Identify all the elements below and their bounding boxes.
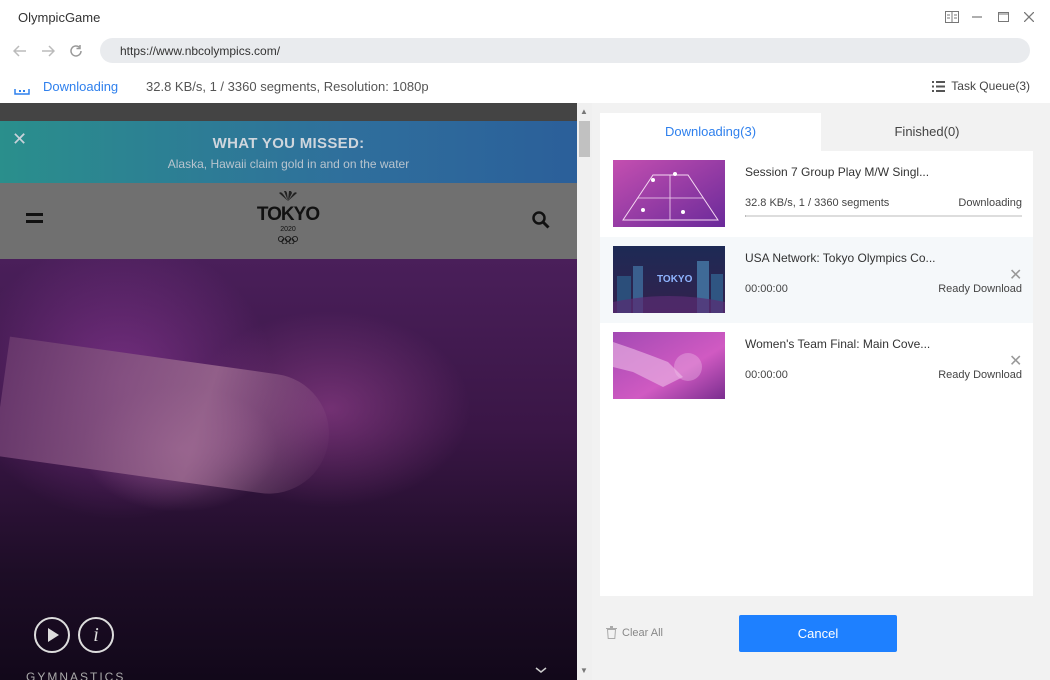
- downloading-label: Downloading: [43, 79, 119, 94]
- forward-arrow-icon[interactable]: [38, 41, 58, 61]
- address-bar-row: https://www.nbcolympics.com/: [0, 34, 1050, 68]
- olympic-rings-icon: [278, 236, 298, 245]
- task-queue-button[interactable]: Task Queue(3): [932, 79, 1030, 93]
- clear-all-button[interactable]: Clear All: [606, 626, 663, 639]
- banner-subtitle: Alaska, Hawaii claim gold in and on the …: [167, 157, 410, 171]
- item-speed: 32.8 KB/s, 1 / 3360 segments: [745, 197, 890, 209]
- remove-item-icon[interactable]: ✕: [1009, 351, 1022, 371]
- hero-video-image[interactable]: i GYMNASTICS: [0, 259, 577, 680]
- task-queue-label: Task Queue(3): [951, 79, 1030, 93]
- download-item[interactable]: Session 7 Group Play M/W Singl... 32.8 K…: [600, 151, 1033, 237]
- sport-label: GYMNASTICS: [26, 670, 126, 680]
- item-duration: 00:00:00: [745, 369, 788, 381]
- refresh-icon[interactable]: [66, 41, 86, 61]
- tokyo-2020-logo[interactable]: TOKYO 2020: [255, 191, 321, 251]
- back-arrow-icon[interactable]: [10, 41, 30, 61]
- scroll-up-icon[interactable]: ▲: [580, 107, 588, 116]
- trash-icon: [606, 626, 617, 639]
- scroll-down-icon[interactable]: ▼: [580, 666, 588, 675]
- scrollbar[interactable]: ▲ ▼: [577, 103, 592, 680]
- tab-downloading[interactable]: Downloading(3): [600, 113, 821, 151]
- close-icon[interactable]: [1020, 8, 1038, 26]
- list-icon: [932, 80, 946, 92]
- play-icon[interactable]: [34, 617, 70, 653]
- banner-title: WHAT YOU MISSED:: [212, 135, 365, 152]
- logo-year: 2020: [280, 226, 296, 233]
- url-input[interactable]: https://www.nbcolympics.com/: [100, 38, 1030, 63]
- video-thumbnail: [613, 332, 725, 399]
- search-icon[interactable]: [532, 211, 550, 229]
- download-panel: Downloading(3) Finished(0) Session 7 Gro…: [592, 103, 1050, 680]
- progress-bar: [745, 215, 1022, 217]
- app-title: OlympicGame: [18, 10, 101, 25]
- item-title: Women's Team Final: Main Cove...: [745, 337, 931, 351]
- video-thumbnail: [613, 160, 725, 227]
- download-info: 32.8 KB/s, 1 / 3360 segments, Resolution…: [146, 79, 429, 94]
- maximize-icon[interactable]: [994, 8, 1012, 26]
- cancel-button[interactable]: Cancel: [739, 615, 897, 652]
- peacock-icon: [279, 191, 297, 201]
- download-status-row: Downloading 32.8 KB/s, 1 / 3360 segments…: [0, 70, 1050, 103]
- collapse-chevron-icon[interactable]: [535, 666, 547, 680]
- scroll-thumb[interactable]: [579, 121, 590, 157]
- logo-word: TOKYO: [256, 204, 320, 225]
- item-duration: 00:00:00: [745, 283, 788, 295]
- url-text[interactable]: https://www.nbcolympics.com/: [120, 44, 280, 58]
- title-bar: OlympicGame: [0, 0, 1050, 34]
- download-item[interactable]: TOKYO USA Network: Tokyo Olympics Co... …: [600, 237, 1033, 323]
- video-thumbnail: TOKYO: [613, 246, 725, 313]
- download-item[interactable]: Women's Team Final: Main Cove... 00:00:0…: [600, 323, 1033, 409]
- item-status: Downloading: [958, 197, 1022, 209]
- info-icon[interactable]: i: [78, 617, 114, 653]
- download-indicator-icon: [14, 79, 30, 95]
- reader-mode-icon[interactable]: [943, 8, 961, 26]
- download-tabs: Downloading(3) Finished(0): [600, 113, 1033, 151]
- hero-arm-shape: [0, 336, 337, 502]
- tab-finished[interactable]: Finished(0): [821, 113, 1033, 151]
- item-title: Session 7 Group Play M/W Singl...: [745, 165, 930, 179]
- remove-item-icon[interactable]: ✕: [1009, 265, 1022, 285]
- minimize-icon[interactable]: [968, 8, 986, 26]
- menu-icon[interactable]: [26, 213, 43, 227]
- item-title: USA Network: Tokyo Olympics Co...: [745, 251, 936, 265]
- web-view[interactable]: ✕ WHAT YOU MISSED: Alaska, Hawaii claim …: [0, 103, 592, 680]
- site-header: TOKYO 2020: [0, 183, 577, 259]
- promo-banner[interactable]: ✕ WHAT YOU MISSED: Alaska, Hawaii claim …: [0, 121, 577, 183]
- download-list: Session 7 Group Play M/W Singl... 32.8 K…: [600, 151, 1033, 596]
- svg-text:TOKYO: TOKYO: [657, 274, 693, 285]
- clear-all-label: Clear All: [622, 626, 663, 639]
